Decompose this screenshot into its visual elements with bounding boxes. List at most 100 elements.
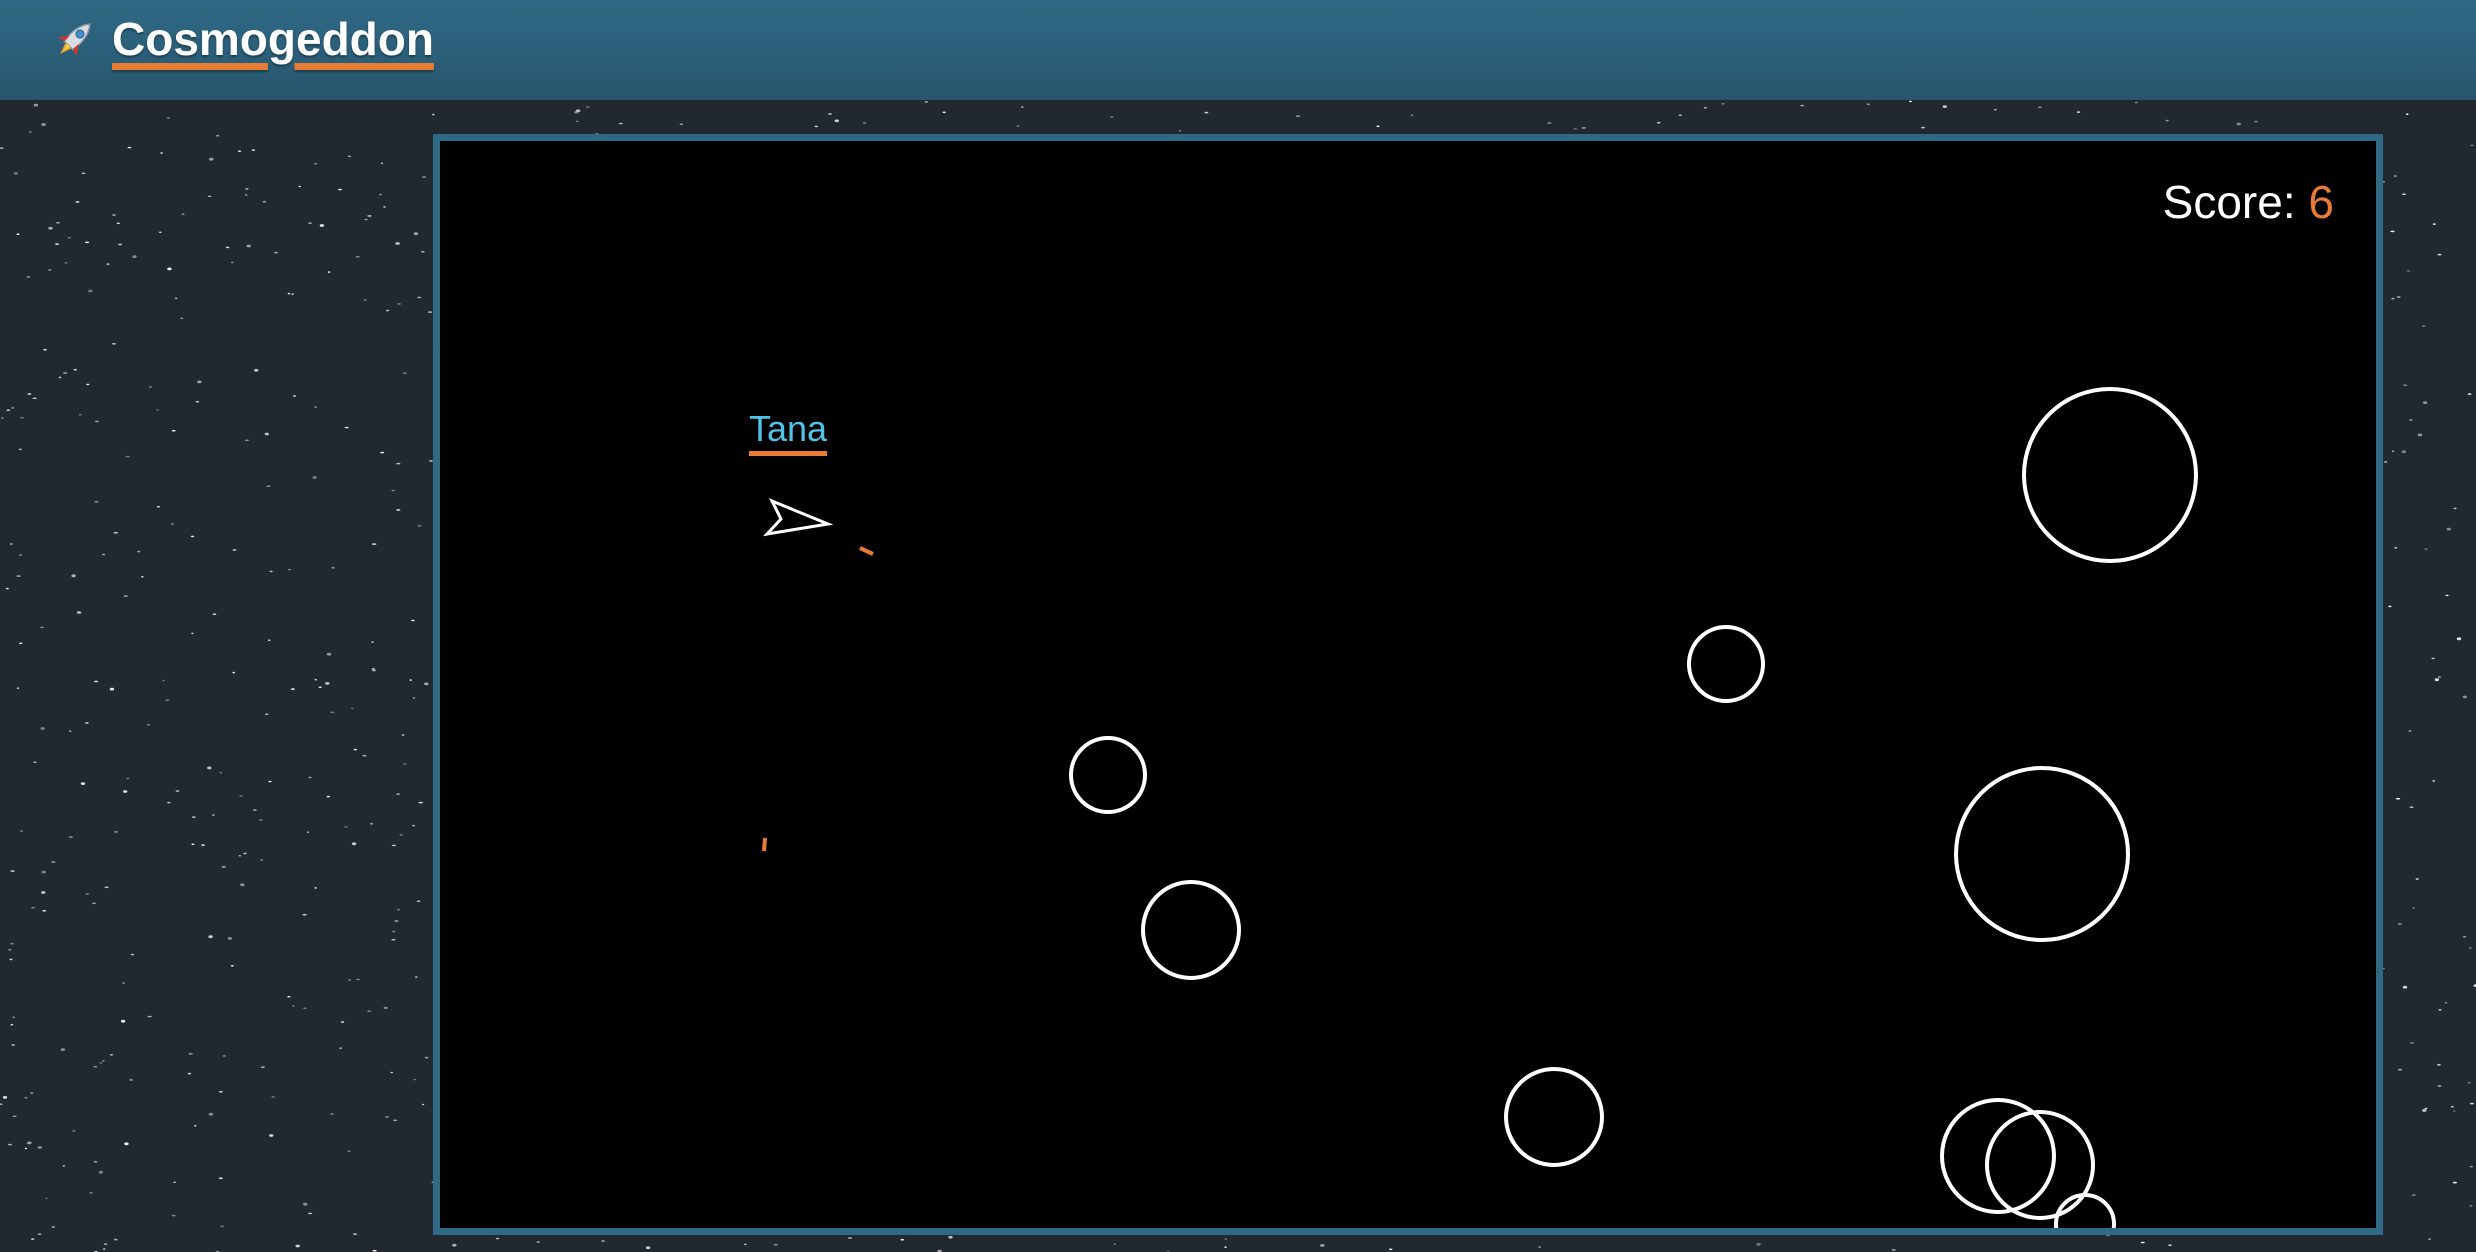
star <box>2134 101 2138 104</box>
star <box>11 1044 15 1046</box>
star <box>379 193 382 196</box>
star <box>421 1103 425 1106</box>
star <box>417 525 422 527</box>
star <box>1547 122 1552 124</box>
game-canvas[interactable] <box>440 141 2376 1228</box>
star <box>0 147 4 149</box>
star <box>2254 120 2259 123</box>
star <box>12 1016 15 1018</box>
star <box>42 910 47 912</box>
star <box>2405 113 2409 115</box>
bullet <box>859 546 874 556</box>
star <box>146 723 150 726</box>
star <box>40 626 44 629</box>
star <box>102 553 106 556</box>
star <box>156 505 160 508</box>
star <box>287 292 291 295</box>
star <box>269 570 273 573</box>
star <box>244 194 248 196</box>
star <box>847 1237 853 1239</box>
star <box>216 134 220 137</box>
star <box>2445 594 2449 597</box>
star <box>102 1060 105 1062</box>
star <box>33 103 39 107</box>
star <box>244 439 249 442</box>
star <box>114 831 118 833</box>
star <box>2453 1110 2456 1112</box>
star <box>347 1150 351 1153</box>
game-area[interactable]: Tana Score: 6 <box>433 134 2383 1235</box>
star <box>1016 125 1020 127</box>
star <box>2076 111 2081 113</box>
star <box>2452 1181 2457 1184</box>
star <box>222 1055 226 1057</box>
star <box>106 263 110 265</box>
star <box>414 976 418 978</box>
star <box>1110 116 1114 118</box>
star <box>209 157 214 161</box>
star <box>58 376 62 379</box>
star <box>62 372 68 374</box>
star <box>221 866 226 868</box>
star <box>585 106 590 108</box>
star <box>575 120 579 123</box>
star <box>1657 121 1661 124</box>
app-header: Cosmogeddon <box>0 0 2476 100</box>
star <box>113 532 119 534</box>
star <box>181 213 185 215</box>
star <box>392 930 396 933</box>
star <box>10 870 15 872</box>
brand[interactable]: Cosmogeddon <box>50 12 434 66</box>
star <box>1866 103 1871 105</box>
star <box>99 1062 103 1064</box>
star <box>2408 730 2412 732</box>
star <box>2437 253 2442 256</box>
star <box>167 267 172 271</box>
star <box>122 982 125 984</box>
star <box>331 567 335 569</box>
star <box>2236 122 2241 126</box>
star <box>130 953 135 956</box>
star <box>123 595 128 597</box>
star <box>211 814 215 816</box>
star <box>372 543 377 545</box>
star <box>1994 108 1997 111</box>
star <box>1224 1238 1228 1240</box>
star <box>308 1212 313 1215</box>
star <box>744 1243 747 1246</box>
star <box>207 766 212 770</box>
star <box>225 246 230 249</box>
star <box>2415 878 2419 880</box>
star <box>264 432 269 436</box>
star <box>72 1130 76 1132</box>
star <box>1295 115 1301 117</box>
star <box>2410 1042 2415 1044</box>
star <box>51 1226 55 1228</box>
star <box>2438 1009 2442 1011</box>
star <box>1581 127 1586 129</box>
asteroid <box>1069 736 1147 814</box>
star <box>262 200 267 203</box>
star <box>288 568 291 571</box>
star <box>452 1243 457 1247</box>
star <box>191 843 195 846</box>
star <box>237 150 242 152</box>
star <box>298 185 302 188</box>
star <box>240 883 245 887</box>
star <box>942 111 946 114</box>
star <box>123 790 128 793</box>
star <box>1756 1242 1761 1246</box>
star <box>8 1143 12 1146</box>
star <box>292 1005 295 1007</box>
star <box>303 1202 308 1206</box>
star <box>312 476 317 479</box>
star <box>409 679 413 681</box>
star <box>2421 325 2426 327</box>
star <box>1703 106 1707 109</box>
star <box>348 979 352 981</box>
star <box>2467 393 2472 395</box>
star <box>576 109 581 113</box>
star <box>314 678 318 681</box>
star <box>339 1047 343 1049</box>
star <box>94 501 99 503</box>
